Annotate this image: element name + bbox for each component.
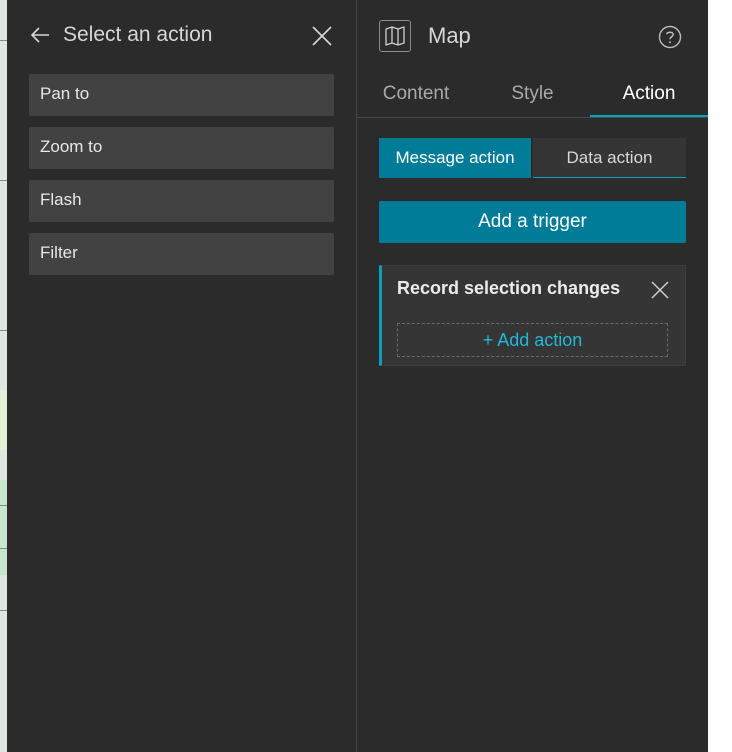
map-road (0, 40, 7, 41)
action-list: Pan to Zoom to Flash Filter (29, 74, 334, 286)
action-flash[interactable]: Flash (29, 180, 334, 222)
message-action-button[interactable]: Message action (379, 138, 531, 178)
action-filter[interactable]: Filter (29, 233, 334, 275)
add-action-button[interactable]: + Add action (397, 323, 668, 357)
action-pan-to[interactable]: Pan to (29, 74, 334, 116)
map-canvas-edge[interactable] (0, 0, 7, 752)
close-icon[interactable] (650, 280, 670, 300)
map-road (0, 505, 7, 506)
widget-header: Map (357, 0, 708, 72)
map-icon (379, 20, 411, 52)
trigger-title: Record selection changes (397, 278, 621, 298)
select-action-panel: Select an action Pan to Zoom to Flash Fi… (7, 0, 357, 752)
add-action-label: Add action (497, 330, 583, 350)
arrow-left-icon[interactable] (29, 24, 51, 46)
map-road (0, 180, 7, 181)
panel-header: Select an action (7, 0, 356, 70)
action-type-toggle: Message action Data action (379, 138, 686, 178)
page-background (708, 0, 732, 752)
tab-action[interactable]: Action (590, 72, 708, 117)
widget-title: Map (428, 23, 471, 48)
tab-style[interactable]: Style (475, 72, 590, 116)
add-trigger-button[interactable]: Add a trigger (379, 201, 686, 243)
plus-icon: + (482, 330, 494, 350)
action-zoom-to[interactable]: Zoom to (29, 127, 334, 169)
map-area (0, 480, 7, 575)
data-action-button[interactable]: Data action (533, 138, 686, 178)
tab-content[interactable]: Content (357, 72, 475, 116)
help-icon[interactable] (658, 25, 682, 49)
map-area (0, 390, 7, 450)
close-icon[interactable] (310, 24, 334, 48)
panel-title: Select an action (63, 23, 213, 46)
map-road (0, 610, 7, 611)
widget-settings-panel: Map Content Style Action Message action … (357, 0, 708, 752)
settings-tabs: Content Style Action (357, 72, 708, 118)
trigger-card: Record selection changes + Add action (379, 265, 686, 366)
map-road (0, 330, 7, 331)
map-road (0, 548, 7, 549)
